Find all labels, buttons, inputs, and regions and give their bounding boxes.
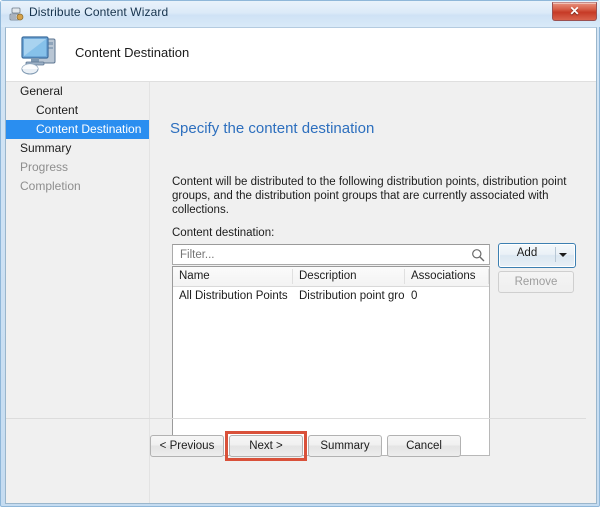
sidebar-item-completion: Completion: [6, 177, 149, 196]
sidebar-item-content[interactable]: Content: [6, 101, 149, 120]
chevron-down-icon[interactable]: [559, 253, 567, 257]
sidebar-item-summary[interactable]: Summary: [6, 139, 149, 158]
close-button[interactable]: ✕: [552, 2, 597, 21]
computer-monitor-icon: [18, 31, 68, 77]
column-header-name[interactable]: Name: [173, 267, 293, 286]
content-destination-label: Content destination:: [172, 227, 275, 239]
wizard-window: Distribute Content Wizard ✕ Content Dest…: [0, 0, 600, 507]
footer-bar: < Previous Next > Summary Cancel: [6, 419, 596, 503]
wizard-header: Content Destination: [6, 28, 596, 82]
cell-associations: 0: [411, 290, 418, 302]
content-heading: Specify the content destination: [170, 120, 375, 137]
filter-input[interactable]: [178, 248, 462, 262]
nav-label: Content: [36, 103, 79, 117]
add-button-label: Add: [516, 247, 538, 259]
close-icon: ✕: [569, 4, 580, 18]
filter-box[interactable]: [172, 244, 490, 265]
nav-label: Content Destination: [36, 122, 142, 136]
column-divider: [488, 269, 489, 284]
column-header-associations[interactable]: Associations: [405, 267, 489, 286]
client-area: Content Destination General Content Cont…: [5, 27, 597, 504]
title-bar: Distribute Content Wizard ✕: [1, 1, 600, 27]
content-description: Content will be distributed to the follo…: [172, 176, 567, 216]
cell-description: Distribution point group: [299, 290, 405, 302]
column-label: Associations: [411, 270, 476, 282]
add-button[interactable]: Add: [498, 243, 576, 268]
cancel-button[interactable]: Cancel: [387, 435, 461, 457]
distribute-content-icon: [8, 6, 24, 22]
page-title: Content Destination: [75, 45, 190, 60]
nav-label: Progress: [20, 160, 69, 174]
search-icon[interactable]: [471, 248, 485, 262]
nav-label: Completion: [20, 179, 81, 193]
window-title: Distribute Content Wizard: [29, 5, 169, 19]
cell-name: All Distribution Points: [179, 290, 288, 302]
sidebar-item-content-destination[interactable]: Content Destination: [6, 120, 149, 139]
nav-label: Summary: [20, 141, 72, 155]
table-row[interactable]: All Distribution Points Distribution poi…: [173, 287, 489, 306]
remove-button[interactable]: Remove: [498, 271, 574, 293]
nav-label: General: [20, 84, 63, 98]
sidebar-item-general[interactable]: General: [6, 82, 149, 101]
column-header-description[interactable]: Description: [293, 267, 405, 286]
summary-button[interactable]: Summary: [308, 435, 382, 457]
next-button[interactable]: Next >: [229, 435, 303, 457]
previous-button[interactable]: < Previous: [150, 435, 224, 457]
column-label: Name: [179, 270, 210, 282]
add-button-separator: [555, 247, 556, 262]
sidebar-item-progress: Progress: [6, 158, 149, 177]
table-header: Name Description Associations: [173, 267, 489, 287]
column-label: Description: [299, 270, 357, 282]
